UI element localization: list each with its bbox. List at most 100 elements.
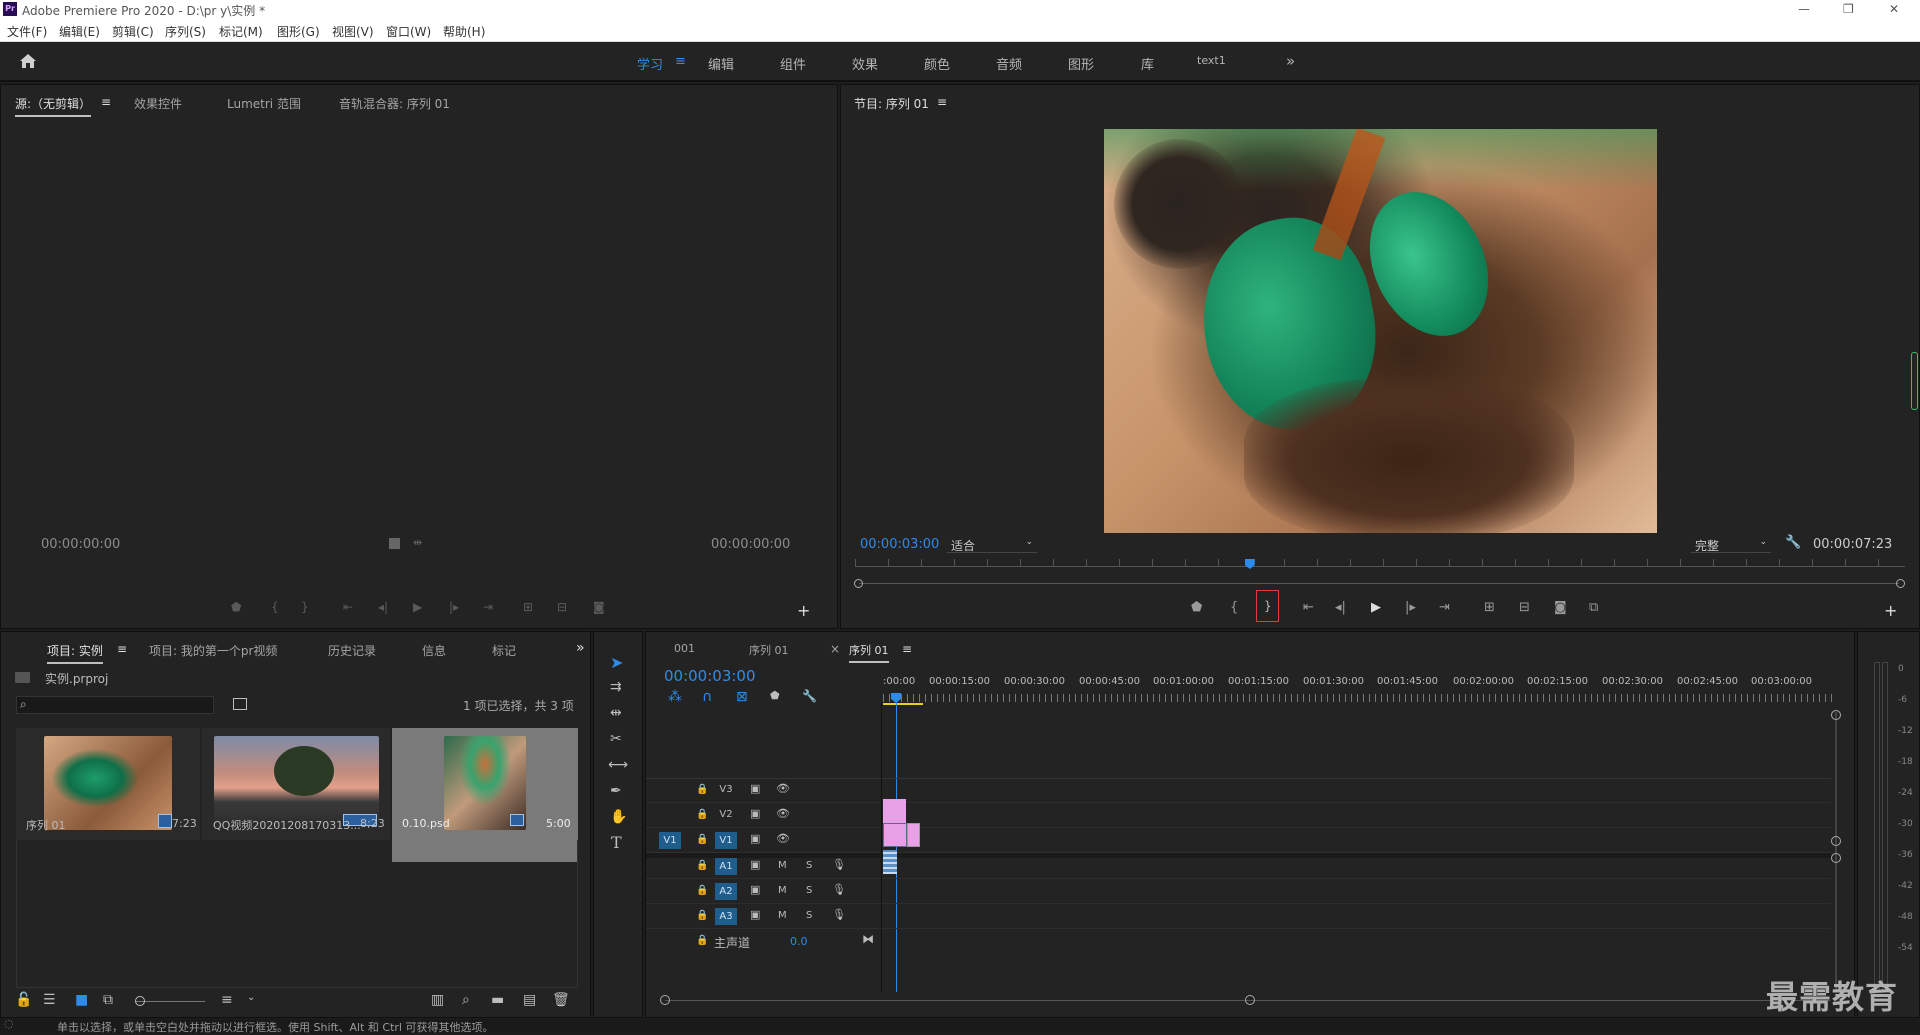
new-item-icon[interactable]: ▤ (523, 992, 536, 1008)
slip-tool-icon[interactable]: ⟷ (608, 757, 628, 773)
source-overwrite-icon[interactable]: ⊟ (557, 600, 567, 614)
compare-view-icon[interactable]: ⧉ (1589, 600, 1598, 615)
source-mark-in-icon[interactable]: { (271, 600, 279, 614)
solo-button[interactable]: S (806, 910, 812, 921)
track-select-tool-icon[interactable]: ⇉ (610, 679, 622, 695)
icon-view-icon[interactable]: ■ (75, 992, 88, 1008)
selection-tool-icon[interactable]: ➤ (610, 653, 623, 672)
wrench-icon[interactable]: 🔧 (1785, 535, 1801, 550)
source-add-button-icon[interactable]: + (797, 601, 810, 620)
timeline-marker-icon[interactable]: ⬟ (770, 689, 780, 702)
step-forward-icon[interactable]: |▸ (1405, 600, 1416, 615)
track-lock-icon[interactable]: 🔒 (696, 935, 708, 946)
maximize-button[interactable]: ❐ (1843, 2, 1854, 16)
workspace-menu-icon[interactable]: ≡ (675, 54, 686, 69)
zoom-slider[interactable] (135, 1001, 205, 1002)
menu-help[interactable]: 帮助(H) (443, 23, 485, 40)
find-icon[interactable]: ⌕ (462, 992, 470, 1008)
program-zoom-handle-right[interactable] (1896, 579, 1905, 588)
project-more-icon[interactable]: » (576, 640, 585, 656)
source-step-back-icon[interactable]: ◂| (378, 600, 388, 614)
razor-tool-icon[interactable]: ✂ (610, 731, 622, 747)
source-play-icon[interactable]: ▶ (413, 600, 422, 614)
source-insert-icon[interactable]: ⊞ (523, 600, 533, 614)
list-view-icon[interactable]: ☰ (43, 992, 56, 1008)
tab-program[interactable]: 节目: 序列 01 (854, 95, 929, 112)
extract-icon[interactable]: ⊟ (1519, 600, 1530, 615)
timeline-hscroll-handle-left[interactable] (660, 995, 670, 1005)
track-lock-icon[interactable]: 🔒 (696, 910, 708, 921)
mute-button[interactable]: M (778, 860, 787, 871)
source-settings-icon[interactable] (389, 538, 400, 549)
track-lock-icon[interactable]: 🔒 (696, 809, 708, 820)
menu-graphics[interactable]: 图形(G) (277, 23, 320, 40)
menu-edit[interactable]: 编辑(E) (59, 23, 100, 40)
tab-program-menu-icon[interactable]: ≡ (937, 95, 947, 109)
tab-project-instance[interactable]: 项目: 实例 (47, 642, 103, 664)
source-patch-v1[interactable]: V1 (659, 832, 681, 849)
lift-icon[interactable]: ⊞ (1484, 600, 1495, 615)
fit-dropdown[interactable]: 适合 ⌄ (947, 536, 1037, 553)
clip-v1-b[interactable] (907, 823, 920, 847)
program-playhead[interactable] (1244, 559, 1255, 569)
source-marker-icon[interactable]: ⬟ (231, 600, 241, 614)
new-bin-icon[interactable]: ▬ (491, 992, 504, 1008)
menu-window[interactable]: 窗口(W) (386, 23, 431, 40)
track-lock-icon[interactable]: 🔒 (696, 784, 708, 795)
tab-project-first-video[interactable]: 项目: 我的第一个pr视频 (149, 642, 277, 659)
solo-button[interactable]: S (806, 860, 812, 871)
source-go-in-icon[interactable]: ⇤ (343, 600, 353, 614)
track-sync-icon[interactable]: ▣ (750, 807, 760, 820)
trash-icon[interactable]: 🗑 (552, 992, 570, 1008)
program-add-button-icon[interactable]: + (1884, 601, 1897, 620)
track-eye-icon[interactable]: 👁 (776, 807, 790, 820)
microphone-icon[interactable]: 🎙 (832, 883, 846, 896)
workspace-audio[interactable]: 音频 (996, 54, 1022, 73)
track-sync-icon[interactable]: ▣ (750, 908, 760, 921)
clip-v2[interactable] (883, 799, 906, 823)
source-mark-out-icon[interactable]: } (301, 600, 309, 614)
microphone-icon[interactable]: 🎙 (832, 908, 846, 921)
close-window-button[interactable]: ✕ (1889, 2, 1899, 16)
workspace-color[interactable]: 颜色 (924, 54, 950, 73)
tab-source[interactable]: 源:（无剪辑） (15, 95, 92, 117)
timeline-hscroll-handle-right[interactable] (1245, 995, 1255, 1005)
mark-out-button[interactable]: } (1256, 590, 1279, 622)
mute-button[interactable]: M (778, 910, 787, 921)
sort-icon[interactable]: ≡ (221, 992, 233, 1008)
project-search-input[interactable]: ⌕ (16, 696, 214, 714)
workspace-more-icon[interactable]: » (1286, 52, 1295, 70)
tab-audio-mixer[interactable]: 音轨混合器: 序列 01 (339, 95, 450, 112)
timeline-close-icon[interactable]: × (830, 642, 840, 656)
sort-chevron-down-icon[interactable]: ⌄ (247, 992, 255, 1003)
lock-icon[interactable]: 🔓 (15, 992, 32, 1008)
program-zoom-bar[interactable] (859, 583, 1899, 584)
workspace-edit[interactable]: 编辑 (708, 54, 734, 73)
tab-timeline-seq-b[interactable]: 序列 01 (849, 642, 889, 663)
menu-marker[interactable]: 标记(M) (219, 23, 263, 40)
new-search-bin-icon[interactable] (233, 698, 247, 710)
tab-lumetri-scopes[interactable]: Lumetri 范围 (227, 95, 301, 112)
work-area-bar[interactable] (883, 703, 923, 705)
project-item-list-area[interactable] (16, 840, 578, 988)
linked-selection-icon[interactable]: ⊠ (736, 689, 748, 705)
export-frame-icon[interactable]: ◙ (1554, 600, 1567, 615)
play-icon[interactable]: ▶ (1371, 600, 1381, 615)
quality-dropdown[interactable]: 完整 ⌄ (1691, 536, 1771, 553)
timeline-vscroll[interactable] (1835, 712, 1837, 992)
track-label-v3[interactable]: V3 (715, 784, 737, 795)
workspace-assembly[interactable]: 组件 (780, 54, 806, 73)
source-go-out-icon[interactable]: ⇥ (483, 600, 493, 614)
hand-tool-icon[interactable]: ✋ (610, 809, 627, 825)
type-tool-icon[interactable]: T (611, 833, 622, 852)
automate-to-sequence-icon[interactable]: ▥ (431, 992, 444, 1008)
workspace-effects[interactable]: 效果 (852, 54, 878, 73)
timeline-settings-wrench-icon[interactable]: 🔧 (802, 689, 817, 703)
track-sync-icon[interactable]: ▣ (750, 883, 760, 896)
add-marker-icon[interactable]: ⬟ (1191, 600, 1202, 615)
program-scroll-indicator[interactable] (1911, 352, 1918, 410)
tab-effect-controls[interactable]: 效果控件 (134, 95, 182, 112)
track-label-v1[interactable]: V1 (715, 832, 737, 849)
source-export-frame-icon[interactable]: ◙ (593, 600, 605, 614)
go-to-out-icon[interactable]: ⇥ (1439, 600, 1450, 615)
